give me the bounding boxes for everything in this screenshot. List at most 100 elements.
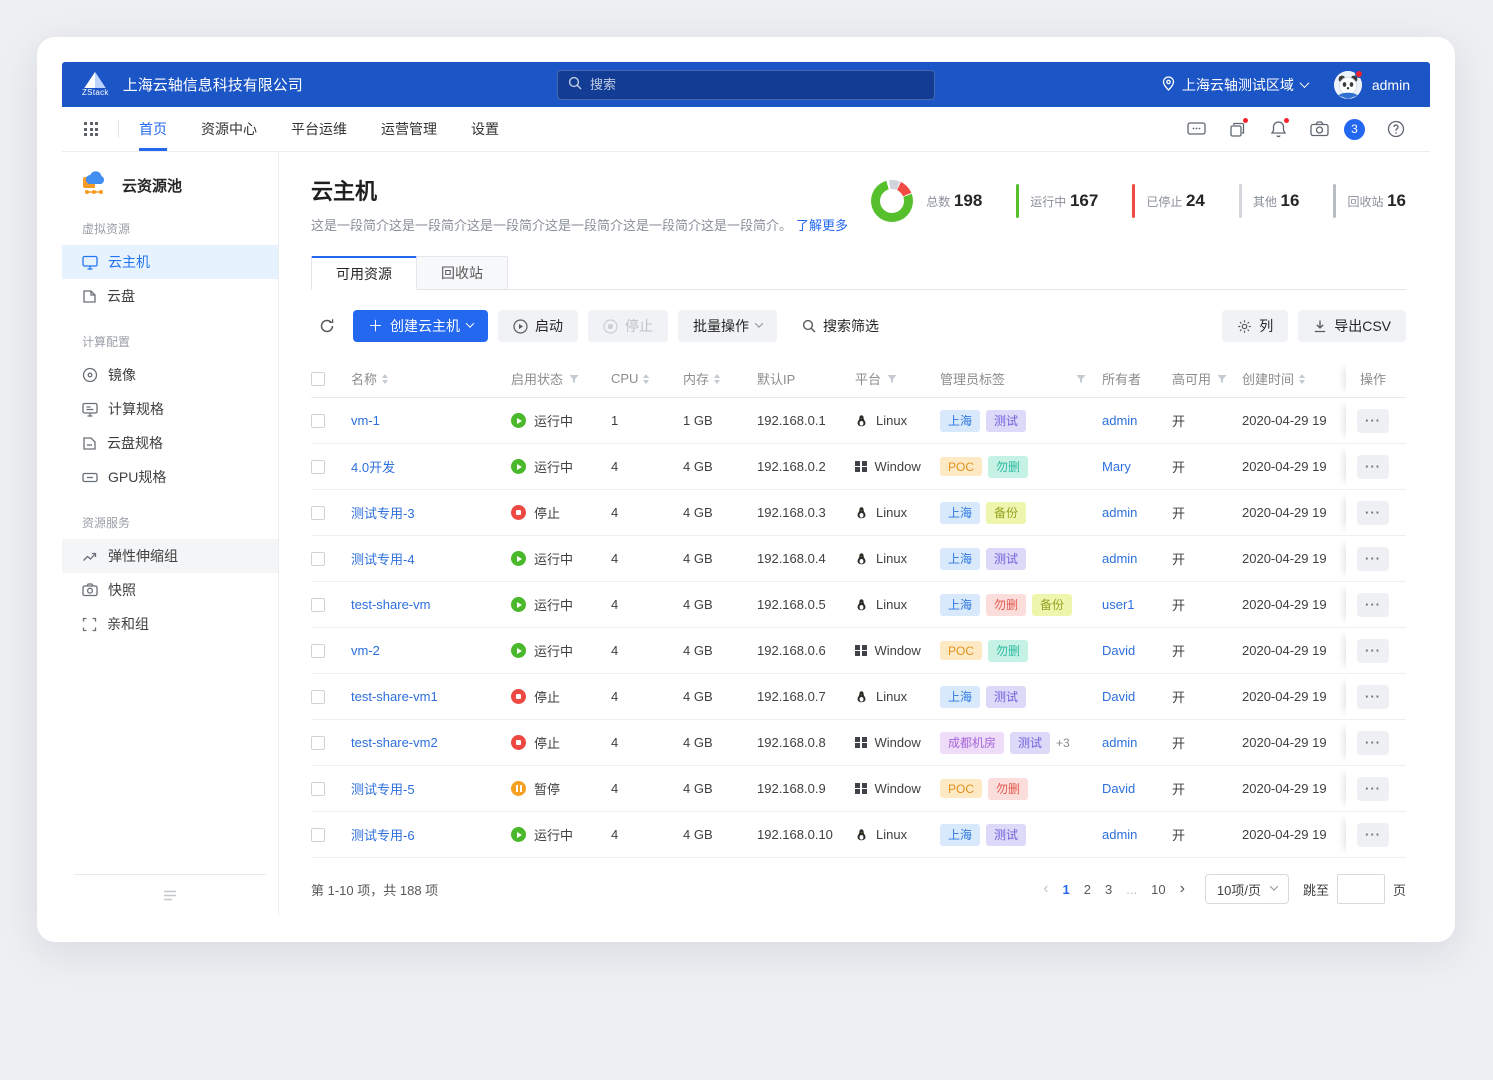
tasks-icon[interactable] xyxy=(1227,119,1247,139)
page-number[interactable]: 2 xyxy=(1084,882,1091,897)
col-header-created[interactable]: 创建时间 xyxy=(1242,369,1294,388)
platform-text: Window xyxy=(875,643,921,658)
sidebar-item-volume-offering[interactable]: 云盘规格 xyxy=(62,426,278,460)
row-checkbox[interactable] xyxy=(311,736,325,750)
snapshot-camera-icon[interactable] xyxy=(1309,119,1329,139)
next-page-icon[interactable]: › xyxy=(1180,881,1185,897)
row-actions-button[interactable]: ··· xyxy=(1357,547,1389,571)
nav-item-home[interactable]: 首页 xyxy=(139,107,167,151)
sidebar-item-autoscaling-group[interactable]: 弹性伸缩组 xyxy=(62,539,278,573)
vm-name-link[interactable]: 测试专用-3 xyxy=(351,503,415,522)
sort-icon[interactable] xyxy=(714,374,720,384)
sidebar-collapse-button[interactable] xyxy=(62,875,278,915)
nav-item-operation-mgmt[interactable]: 运营管理 xyxy=(381,107,437,151)
page-title: 云主机 xyxy=(311,174,848,206)
jump-page-input[interactable] xyxy=(1337,874,1385,904)
sidebar-item-image[interactable]: 镜像 xyxy=(62,358,278,392)
owner-link[interactable]: David xyxy=(1102,643,1135,658)
page-number[interactable]: 10 xyxy=(1151,882,1165,897)
sort-icon[interactable] xyxy=(1299,374,1305,384)
owner-link[interactable]: admin xyxy=(1102,505,1137,520)
col-header-memory[interactable]: 内存 xyxy=(683,369,709,388)
row-checkbox[interactable] xyxy=(311,506,325,520)
vm-name-link[interactable]: test-share-vm xyxy=(351,597,430,612)
sort-icon[interactable] xyxy=(382,374,388,384)
row-checkbox[interactable] xyxy=(311,644,325,658)
row-checkbox[interactable] xyxy=(311,414,325,428)
prev-page-icon[interactable]: ‹ xyxy=(1043,881,1048,897)
tab-recycle-bin[interactable]: 回收站 xyxy=(417,256,508,290)
owner-link[interactable]: David xyxy=(1102,689,1135,704)
sidebar-item-vm[interactable]: 云主机 xyxy=(62,245,278,279)
row-checkbox[interactable] xyxy=(311,552,325,566)
page-number[interactable]: 1 xyxy=(1063,882,1070,897)
vm-name-link[interactable]: 测试专用-6 xyxy=(351,825,415,844)
row-actions-button[interactable]: ··· xyxy=(1357,455,1389,479)
vm-name-link[interactable]: test-share-vm2 xyxy=(351,735,438,750)
bell-icon[interactable] xyxy=(1268,119,1288,139)
filter-icon[interactable] xyxy=(1076,374,1086,384)
owner-link[interactable]: user1 xyxy=(1102,597,1135,612)
select-all-checkbox[interactable] xyxy=(311,372,325,386)
col-header-cpu[interactable]: CPU xyxy=(611,371,638,386)
sidebar-item-instance-offering[interactable]: 计算规格 xyxy=(62,392,278,426)
vm-name-link[interactable]: vm-1 xyxy=(351,413,380,428)
filter-icon[interactable] xyxy=(569,374,579,384)
app-launcher-icon[interactable] xyxy=(84,122,98,136)
columns-button[interactable]: 列 xyxy=(1222,310,1288,342)
vm-name-link[interactable]: test-share-vm1 xyxy=(351,689,438,704)
vm-name-link[interactable]: 4.0开发 xyxy=(351,457,395,476)
vm-name-link[interactable]: 测试专用-5 xyxy=(351,779,415,798)
search-filter-button[interactable]: 搜索筛选 xyxy=(787,310,894,342)
start-button[interactable]: 启动 xyxy=(498,310,578,342)
nav-item-settings[interactable]: 设置 xyxy=(471,107,499,151)
sort-icon[interactable] xyxy=(643,374,649,384)
nav-item-platform-ops[interactable]: 平台运维 xyxy=(291,107,347,151)
owner-link[interactable]: admin xyxy=(1102,735,1137,750)
page-number[interactable]: 3 xyxy=(1105,882,1112,897)
vm-name-link[interactable]: 测试专用-4 xyxy=(351,549,415,568)
console-icon[interactable] xyxy=(1186,119,1206,139)
row-checkbox[interactable] xyxy=(311,782,325,796)
create-vm-button[interactable]: ＋ 创建云主机 xyxy=(353,310,488,342)
row-actions-button[interactable]: ··· xyxy=(1357,777,1389,801)
stop-button[interactable]: 停止 xyxy=(588,310,668,342)
sidebar-item-snapshot[interactable]: 快照 xyxy=(62,573,278,607)
owner-link[interactable]: admin xyxy=(1102,827,1137,842)
learn-more-link[interactable]: 了解更多 xyxy=(796,218,848,233)
row-checkbox[interactable] xyxy=(311,460,325,474)
row-actions-button[interactable]: ··· xyxy=(1357,409,1389,433)
row-actions-button[interactable]: ··· xyxy=(1357,593,1389,617)
user-avatar[interactable] xyxy=(1334,71,1362,99)
sidebar-item-volume[interactable]: 云盘 xyxy=(62,279,278,313)
sidebar-item-affinity-group[interactable]: 亲和组 xyxy=(62,607,278,641)
owner-link[interactable]: Mary xyxy=(1102,459,1131,474)
owner-link[interactable]: admin xyxy=(1102,413,1137,428)
row-actions-button[interactable]: ··· xyxy=(1357,685,1389,709)
row-actions-button[interactable]: ··· xyxy=(1357,639,1389,663)
row-checkbox[interactable] xyxy=(311,690,325,704)
export-csv-button[interactable]: 导出CSV xyxy=(1298,310,1406,342)
batch-actions-button[interactable]: 批量操作 xyxy=(678,310,777,342)
col-header-name[interactable]: 名称 xyxy=(351,369,377,388)
help-icon[interactable] xyxy=(1386,119,1406,139)
global-search[interactable] xyxy=(557,70,935,100)
row-actions-button[interactable]: ··· xyxy=(1357,823,1389,847)
page-size-select[interactable]: 10项/页 xyxy=(1205,874,1289,904)
filter-icon[interactable] xyxy=(1217,374,1227,384)
refresh-button[interactable] xyxy=(311,310,343,342)
vm-name-link[interactable]: vm-2 xyxy=(351,643,380,658)
owner-link[interactable]: admin xyxy=(1102,551,1137,566)
search-input[interactable] xyxy=(590,77,924,92)
sidebar-item-gpu-offering[interactable]: GPU规格 xyxy=(62,460,278,494)
nav-item-resource-center[interactable]: 资源中心 xyxy=(201,107,257,151)
owner-link[interactable]: David xyxy=(1102,781,1135,796)
tab-available-resources[interactable]: 可用资源 xyxy=(311,256,417,290)
row-actions-button[interactable]: ··· xyxy=(1357,501,1389,525)
region-selector[interactable]: 上海云轴测试区域 xyxy=(1162,75,1308,95)
notification-count-badge[interactable]: 3 xyxy=(1344,119,1365,140)
row-checkbox[interactable] xyxy=(311,828,325,842)
row-checkbox[interactable] xyxy=(311,598,325,612)
row-actions-button[interactable]: ··· xyxy=(1357,731,1389,755)
filter-icon[interactable] xyxy=(887,374,897,384)
